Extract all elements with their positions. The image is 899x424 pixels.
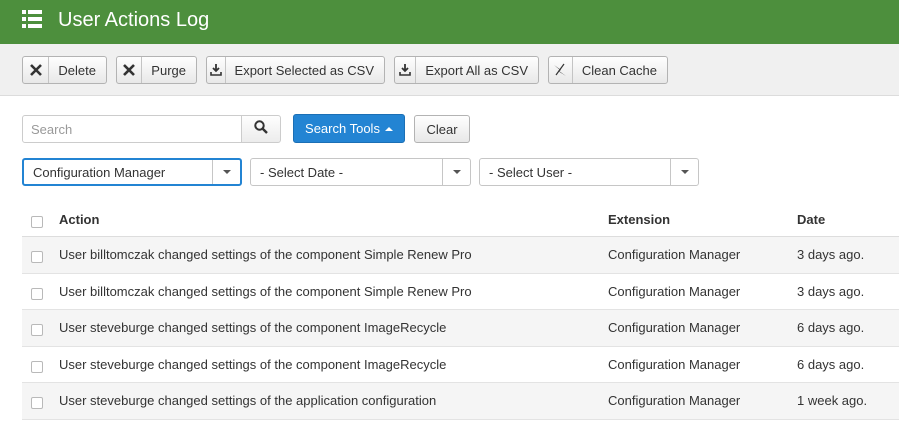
actions-table: Action Extension Date User billtomczak c… (22, 203, 899, 420)
search-button[interactable] (241, 115, 281, 143)
action-cell: User billtomczak changed settings of the… (59, 283, 472, 299)
download-icon (207, 57, 226, 83)
close-icon (117, 57, 143, 83)
table-row: User billtomczak changed settings of the… (22, 274, 899, 310)
column-header-action[interactable]: Action (59, 203, 99, 236)
extension-filter-select[interactable]: Configuration Manager (22, 158, 242, 186)
action-cell: User steveburge changed settings of the … (59, 320, 447, 336)
row-checkbox[interactable] (31, 287, 43, 300)
table-row: User steveburge changed settings of the … (22, 383, 899, 420)
column-header-date[interactable]: Date (797, 203, 825, 236)
extension-cell: Configuration Manager (608, 356, 741, 372)
row-checkbox[interactable] (31, 360, 43, 373)
action-cell: User steveburge changed settings of the … (59, 356, 447, 372)
row-checkbox[interactable] (31, 251, 43, 263)
download-icon (395, 57, 417, 83)
table-row: User billtomczak changed settings of the… (22, 237, 899, 274)
row-checkbox[interactable] (31, 397, 43, 409)
caret-up-icon (384, 126, 393, 131)
user-filter-select[interactable]: - Select User - (479, 158, 699, 186)
row-checkbox[interactable] (31, 324, 43, 336)
table-header: Action Extension Date (22, 203, 899, 237)
delete-button[interactable]: Delete (22, 56, 107, 84)
purge-button[interactable]: Purge (116, 56, 197, 84)
extension-cell: Configuration Manager (608, 247, 741, 263)
chevron-down-icon (212, 160, 240, 184)
close-icon (23, 57, 50, 83)
search-tools-button[interactable]: Search Tools (293, 114, 405, 143)
extension-cell: Configuration Manager (608, 320, 741, 336)
chevron-down-icon (442, 159, 470, 185)
date-cell: 3 days ago. (797, 283, 865, 299)
column-header-extension[interactable]: Extension (608, 203, 670, 236)
clear-button[interactable]: Clear (414, 115, 470, 143)
page-header: User Actions Log (0, 0, 899, 44)
clean-cache-button[interactable]: Clean Cache (548, 56, 668, 84)
action-cell: User steveburge changed settings of the … (59, 393, 437, 409)
table-row: User steveburge changed settings of the … (22, 347, 899, 383)
table-row: User steveburge changed settings of the … (22, 310, 899, 347)
export-selected-csv-button[interactable]: Export Selected as CSV (206, 56, 385, 84)
list-icon[interactable] (22, 9, 42, 29)
select-all-checkbox[interactable] (31, 216, 43, 228)
date-filter-select[interactable]: - Select Date - (250, 158, 471, 186)
date-cell: 6 days ago. (797, 356, 865, 372)
flash-icon (549, 57, 573, 83)
page-title: User Actions Log (58, 9, 210, 31)
chevron-down-icon (670, 159, 698, 185)
date-cell: 1 week ago. (797, 393, 868, 409)
date-cell: 6 days ago. (797, 320, 865, 336)
export-all-csv-button[interactable]: Export All as CSV (394, 56, 539, 84)
toolbar: Delete Purge Export Selected as CSV Expo… (0, 44, 899, 96)
search-input[interactable] (22, 115, 242, 143)
search-icon (254, 119, 268, 139)
extension-cell: Configuration Manager (608, 393, 741, 409)
action-cell: User billtomczak changed settings of the… (59, 247, 472, 263)
date-cell: 3 days ago. (797, 247, 865, 263)
extension-cell: Configuration Manager (608, 283, 741, 299)
